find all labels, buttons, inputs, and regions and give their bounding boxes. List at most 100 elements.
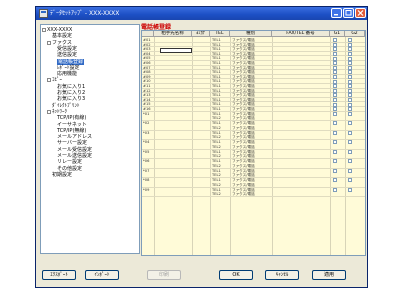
tree-expander-icon[interactable]	[42, 28, 46, 32]
tel-cell: TEL1	[212, 84, 221, 88]
row-number: #14	[143, 97, 151, 102]
name-edit-field[interactable]	[160, 48, 192, 53]
phonebook-grid[interactable]: 相手先名称 ﾖﾐｶﾅ TEL 種別 FAX/TEL 番号 G1 G2 #01 TEL1 ファクス/…	[141, 30, 366, 256]
tree-item[interactable]: お気に入り3	[57, 96, 85, 102]
table-row[interactable]: *03 TEL1 ファクス/電話 TEL2 ファクス/電話	[142, 131, 365, 141]
tel-cell: TEL1	[212, 51, 221, 56]
table-row[interactable]: *09 TEL1 ファクス/電話 TEL2 ファクス/電話	[142, 188, 365, 198]
type-cell: ファクス/電話	[232, 187, 255, 192]
group2-checkbox[interactable]	[347, 111, 352, 116]
row-number: #06	[143, 61, 151, 65]
group2-checkbox[interactable]	[347, 159, 352, 164]
settings-tree[interactable]: XXX-XXXX 基本設定 ファクス 受信設定 送信設定 電話帳登録 ﾚﾎﾟｰﾄ設定 応用機能…	[40, 24, 140, 254]
column-header[interactable]: G2	[345, 31, 365, 37]
table-row[interactable]: *04 TEL1 ファクス/電話 TEL2 ファクス/電話	[142, 140, 365, 150]
apply-button[interactable]: 適用	[312, 270, 346, 280]
group2-checkbox[interactable]	[347, 130, 352, 135]
row-number: #07	[143, 65, 151, 70]
group2-checkbox[interactable]	[347, 168, 352, 173]
tel-cell: TEL2	[212, 163, 221, 168]
tel-cell: TEL2	[212, 116, 221, 121]
tree-item[interactable]: その他設定	[57, 166, 82, 172]
column-header[interactable]: 相手先名称	[154, 31, 192, 37]
group1-checkbox[interactable]	[332, 168, 337, 173]
export-button[interactable]: ｴｸｽﾎﾟｰﾄ	[42, 270, 76, 280]
import-button[interactable]: ｲﾝﾎﾟｰﾄ	[85, 270, 119, 280]
row-number: #01	[143, 38, 151, 42]
row-number: *03	[143, 130, 150, 135]
tree-item[interactable]: 初期設定	[52, 172, 72, 178]
tel-cell: TEL1	[212, 159, 221, 164]
type-cell: ファクス/電話	[232, 121, 255, 126]
table-row[interactable]: *02 TEL1 ファクス/電話 TEL2 ファクス/電話	[142, 121, 365, 131]
type-cell: ファクス/電話	[232, 178, 255, 183]
type-cell: ファクス/電話	[232, 102, 255, 107]
tree-item[interactable]: 電話帳登録	[57, 58, 85, 65]
print-button[interactable]: 印刷	[147, 270, 181, 280]
table-row[interactable]: *05 TEL1 ファクス/電話 TEL2 ファクス/電話	[142, 150, 365, 160]
tree-item[interactable]: TCP/IP(無線)	[57, 128, 86, 134]
group2-checkbox[interactable]	[347, 140, 352, 145]
tree-expander-icon[interactable]	[47, 109, 51, 114]
group2-checkbox[interactable]	[347, 149, 352, 154]
minimize-icon	[334, 14, 338, 16]
close-button[interactable]	[355, 8, 366, 18]
group1-checkbox[interactable]	[332, 159, 337, 164]
group2-checkbox[interactable]	[347, 121, 352, 126]
type-cell: ファクス/電話	[232, 47, 255, 52]
tree-item[interactable]: TCP/IP(有線)	[57, 115, 86, 121]
tree-item[interactable]: 基本設定	[52, 33, 72, 39]
group1-checkbox[interactable]	[332, 111, 337, 116]
type-cell: ファクス/電話	[232, 159, 255, 164]
tel-cell: TEL2	[212, 125, 221, 130]
column-header[interactable]: 種別	[230, 31, 272, 37]
column-header[interactable]: G1	[330, 31, 345, 37]
row-number: *07	[143, 168, 150, 173]
tel-cell: TEL2	[212, 135, 221, 140]
tree-item[interactable]: ﾚﾎﾟｰﾄ設定	[57, 65, 80, 71]
table-row[interactable]: *01 TEL1 ファクス/電話 TEL2 ファクス/電話	[142, 112, 365, 122]
maximize-button[interactable]	[343, 8, 354, 18]
group2-checkbox[interactable]	[347, 178, 352, 183]
tree-item[interactable]: ファクス	[52, 40, 72, 46]
group1-checkbox[interactable]	[332, 178, 337, 183]
column-header[interactable]: TEL	[210, 31, 230, 37]
group1-checkbox[interactable]	[332, 187, 337, 192]
tree-item[interactable]: 受信設定	[57, 46, 77, 52]
type-cell: ファクス/電話	[232, 125, 255, 130]
type-cell: ファクス/電話	[232, 56, 255, 61]
table-row[interactable]: *07 TEL1 ファクス/電話 TEL2 ファクス/電話	[142, 169, 365, 179]
ok-button[interactable]: OK	[219, 270, 253, 280]
type-cell: ファクス/電話	[232, 149, 255, 154]
tree-item[interactable]: リレー設定	[57, 159, 82, 165]
type-cell: ファクス/電話	[232, 116, 255, 121]
group1-checkbox[interactable]	[332, 149, 337, 154]
tree-item[interactable]: イーサネット	[57, 122, 87, 128]
group1-checkbox[interactable]	[332, 140, 337, 145]
tree-item[interactable]: 送信設定	[57, 52, 77, 58]
tree-expander-icon[interactable]	[47, 40, 51, 45]
table-row[interactable]: *06 TEL1 ファクス/電話 TEL2 ファクス/電話	[142, 159, 365, 169]
group1-checkbox[interactable]	[332, 121, 337, 126]
row-number: *09	[143, 187, 150, 192]
row-number: #09	[143, 74, 151, 79]
column-header[interactable]	[142, 31, 154, 37]
group1-checkbox[interactable]	[332, 130, 337, 135]
tree-item[interactable]: ﾀﾞｲﾚｸﾄﾌﾟﾘﾝﾄ	[52, 103, 80, 109]
cancel-button[interactable]: ｷｬﾝｾﾙ	[265, 270, 299, 280]
column-header[interactable]: FAX/TEL 番号	[272, 31, 330, 37]
row-number: #08	[143, 70, 151, 75]
tree-item[interactable]: お気に入り1	[57, 84, 85, 90]
row-number: #05	[143, 56, 151, 61]
minimize-button[interactable]	[331, 8, 342, 18]
tree-item[interactable]: メール受信設定	[57, 147, 92, 153]
tree-expander-icon[interactable]	[47, 78, 51, 83]
tree-item[interactable]: ｺﾋﾟｰ	[52, 77, 62, 83]
group2-checkbox[interactable]	[347, 187, 352, 192]
tel-cell: TEL2	[212, 144, 221, 149]
tel-cell: TEL1	[212, 149, 221, 154]
column-header[interactable]: ﾖﾐｶﾅ	[192, 31, 210, 37]
tree-item[interactable]: サーバー設定	[57, 140, 87, 146]
tree-item[interactable]: ﾈｯﾄﾜｰｸ	[52, 109, 67, 115]
table-row[interactable]: *08 TEL1 ファクス/電話 TEL2 ファクス/電話	[142, 178, 365, 188]
